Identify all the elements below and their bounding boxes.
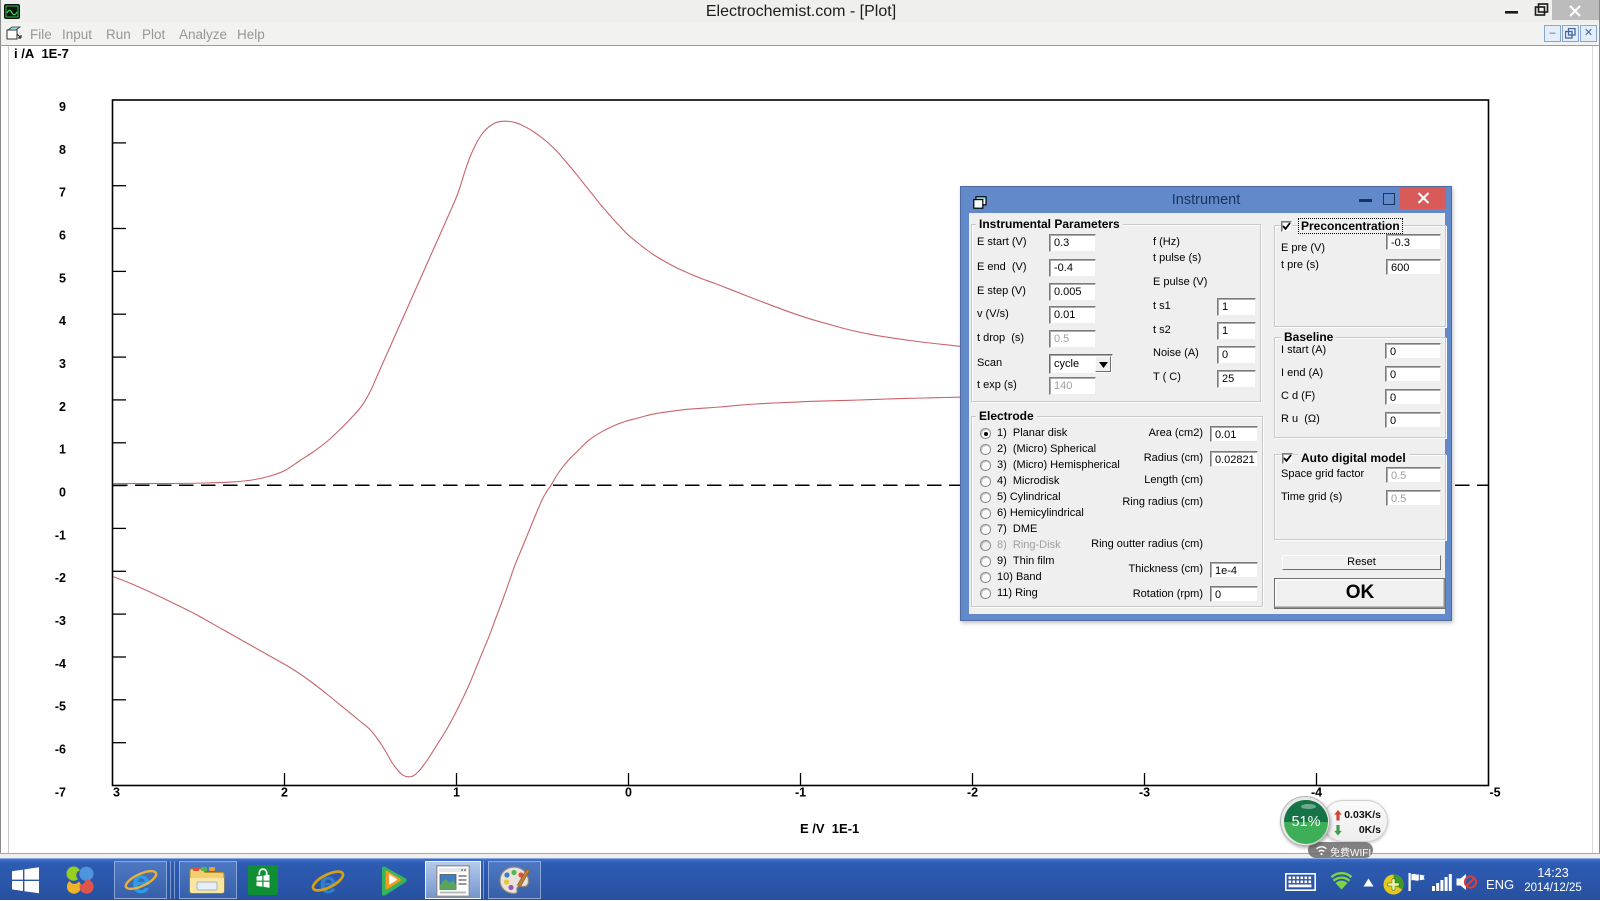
svg-text:-1: -1: [55, 528, 66, 542]
svg-text:2: 2: [59, 400, 66, 414]
svg-text:-4: -4: [55, 657, 66, 671]
svg-text:1: 1: [453, 786, 460, 800]
svg-text:-3: -3: [1139, 786, 1150, 800]
svg-text:9: 9: [59, 100, 66, 114]
svg-text:0: 0: [59, 486, 66, 500]
svg-text:e: e: [132, 863, 150, 900]
svg-text:7: 7: [59, 186, 66, 200]
svg-text:-5: -5: [55, 700, 66, 714]
svg-text:i /A 1E-7: i /A 1E-7: [14, 46, 69, 61]
svg-text:6: 6: [59, 229, 66, 243]
svg-text:-3: -3: [55, 614, 66, 628]
svg-text:5: 5: [59, 271, 66, 285]
svg-text:8: 8: [59, 143, 66, 157]
svg-text:-5: -5: [1489, 786, 1500, 800]
svg-text:3: 3: [113, 786, 120, 800]
svg-text:3: 3: [59, 357, 66, 371]
svg-text:2: 2: [281, 786, 288, 800]
svg-text:-7: -7: [55, 785, 66, 799]
svg-text:-2: -2: [967, 786, 978, 800]
svg-text:e: e: [319, 865, 336, 900]
svg-text:-2: -2: [55, 571, 66, 585]
svg-text:1: 1: [59, 443, 66, 457]
svg-text:E /V 1E-1: E /V 1E-1: [800, 821, 859, 836]
svg-text:-6: -6: [55, 743, 66, 757]
svg-text:4: 4: [59, 314, 66, 328]
svg-text:0: 0: [625, 786, 632, 800]
svg-text:-1: -1: [795, 786, 806, 800]
